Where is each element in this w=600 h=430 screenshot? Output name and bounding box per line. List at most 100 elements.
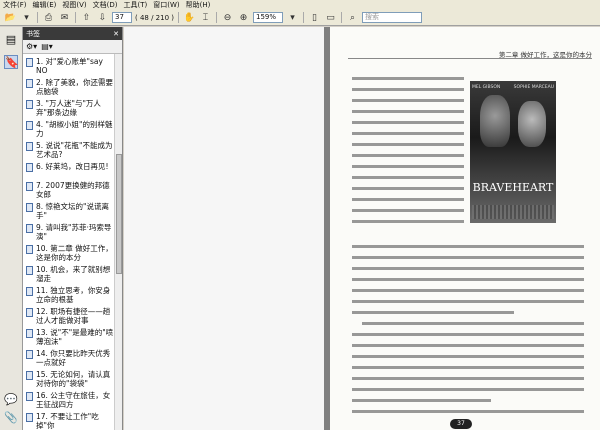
bookmark-label: 10. 机会，来了就别想溜走: [36, 265, 111, 283]
bookmark-label: 5. 说说"花瓶"不能成为艺术品?: [36, 141, 113, 159]
bookmark-scrollbar[interactable]: [114, 54, 122, 430]
bookmark-item[interactable]: 4. "胡椒小姐"的别样魅力: [26, 120, 115, 138]
zoom-in-icon[interactable]: ⊕: [237, 12, 250, 24]
hand-tool-icon[interactable]: ✋: [183, 12, 196, 24]
menu-window[interactable]: 窗口(W): [153, 0, 179, 10]
print-icon[interactable]: ⎙: [42, 12, 55, 24]
bookmark-page-icon: [26, 100, 33, 109]
create-pdf-icon[interactable]: ▾: [20, 12, 33, 24]
bookmark-page-icon: [26, 287, 33, 296]
panel-header: 书签 ✕: [23, 27, 122, 40]
bookmark-item[interactable]: 5. 说说"花瓶"不能成为艺术品?: [26, 141, 115, 159]
bookmark-page-icon: [26, 329, 33, 338]
bookmark-item[interactable]: 1. 对"爱心账单"say NO: [26, 57, 115, 75]
bookmark-item[interactable]: 6. 好莱坞，改日再见!: [26, 162, 115, 178]
bookmark-label: 1. 对"爱心账单"say NO: [36, 57, 103, 75]
bookmark-item[interactable]: 11. 独立思考，你安身立命的根基: [26, 286, 115, 304]
previous-page: [124, 27, 324, 430]
bookmark-page-icon: [26, 163, 33, 172]
bookmark-list: 1. 对"爱心账单"say NO 2. 除了美貌，你还需要点脑袋 3. "万人迷"与…: [23, 54, 115, 430]
bookmark-item[interactable]: 9. 请叫我"苏菲·玛索导演": [26, 223, 115, 241]
bookmark-item[interactable]: 17. 不要让工作"吃掉"你: [26, 412, 115, 430]
movie-poster-image: MEL GIBSON SOPHIE MARCEAU BRAVEHEART: [470, 81, 556, 223]
bookmark-label: 6. 好莱坞，改日再见!: [36, 162, 109, 171]
bookmark-page-icon: [26, 413, 33, 422]
bookmark-page-icon: [26, 245, 33, 254]
text-block-top: [352, 77, 464, 231]
poster-figure-left: [480, 95, 510, 147]
menu-document[interactable]: 文档(D): [93, 0, 118, 10]
scroll-thumb[interactable]: [116, 154, 122, 274]
document-area[interactable]: 第二章 做好工作，这是你的本分 MEL GIBSON SOPHIE MARCEA…: [124, 27, 600, 430]
fit-width-icon[interactable]: ▭: [324, 12, 337, 24]
toolbar-divider: [216, 12, 217, 23]
search-input[interactable]: 搜索: [362, 12, 422, 23]
text-block-bottom: [352, 245, 584, 421]
document-page: 第二章 做好工作，这是你的本分 MEL GIBSON SOPHIE MARCEA…: [330, 27, 600, 430]
menu-bar: 文件(F) 编辑(E) 视图(V) 文档(D) 工具(T) 窗口(W) 帮助(H…: [0, 0, 600, 10]
bookmark-item[interactable]: 16. 公主守在旅佳，女王征战四方: [26, 391, 115, 409]
menu-edit[interactable]: 编辑(E): [33, 0, 57, 10]
bookmark-item[interactable]: 8. 惊艳文坛的"说谎离手": [26, 202, 115, 220]
bookmark-page-icon: [26, 142, 33, 151]
menu-help[interactable]: 帮助(H): [186, 0, 211, 10]
bookmark-item[interactable]: 3. "万人迷"与"万人弃"那条边缘: [26, 99, 115, 117]
options-icon[interactable]: ⚙▾: [26, 42, 37, 51]
next-page-icon[interactable]: ⇩: [96, 12, 109, 24]
toolbar-divider: [75, 12, 76, 23]
attachments-icon[interactable]: 📎: [4, 411, 18, 425]
bookmark-page-icon: [26, 182, 33, 191]
bookmark-item[interactable]: 12. 职场有捷径——趟过人才能做对事: [26, 307, 115, 325]
pages-icon[interactable]: ▤: [4, 33, 18, 47]
bookmark-label: 7. 2007更换健的邦德女郎: [36, 181, 110, 199]
bookmark-item[interactable]: 13. 说"不"是最难的"喷薄泡沫": [26, 328, 115, 346]
toolbar-divider: [37, 12, 38, 23]
poster-credits: [472, 205, 554, 219]
email-icon[interactable]: ✉: [58, 12, 71, 24]
bookmark-item[interactable]: 10. 第二章 做好工作，这是你的本分: [26, 244, 115, 262]
menu-tools[interactable]: 工具(T): [124, 0, 148, 10]
bookmark-page-icon: [26, 58, 33, 67]
fit-page-icon[interactable]: ▯: [308, 12, 321, 24]
poster-actor-right: SOPHIE MARCEAU: [513, 85, 554, 90]
bookmark-label: 8. 惊艳文坛的"说谎离手": [36, 202, 109, 220]
bookmark-label: 10. 第二章 做好工作，这是你的本分: [36, 244, 113, 262]
bookmark-page-icon: [26, 121, 33, 130]
zoom-level-field[interactable]: 159%: [253, 12, 283, 23]
poster-title: BRAVEHEART: [472, 181, 554, 194]
bookmark-label: 15. 无论如何，请认真对待你的"袋袋": [36, 370, 111, 388]
bookmark-label: 9. 请叫我"苏菲·玛索导演": [36, 223, 112, 241]
new-bookmark-icon[interactable]: ▤▾: [41, 42, 53, 51]
menu-file[interactable]: 文件(F): [3, 0, 27, 10]
poster-figure-right: [518, 101, 546, 147]
bookmark-item[interactable]: 14. 你只要比昨天优秀一点就好: [26, 349, 115, 367]
bookmark-page-icon: [26, 266, 33, 275]
bookmark-label: 12. 职场有捷径——趟过人才能做对事: [36, 307, 111, 325]
open-icon[interactable]: 📂: [4, 12, 17, 24]
comments-icon[interactable]: 💬: [4, 393, 18, 407]
toolbar-divider: [178, 12, 179, 23]
page-number-badge: 37: [450, 419, 472, 429]
toolbar: 📂 ▾ ⎙ ✉ ⇧ ⇩ 37 ( 48 / 210 ) ✋ ⌶ ⊖ ⊕ 159%…: [0, 10, 600, 26]
poster-actor-left: MEL GIBSON: [472, 85, 501, 90]
page-header: 第二章 做好工作，这是你的本分: [348, 49, 592, 59]
menu-view[interactable]: 视图(V): [62, 0, 86, 10]
bookmark-item[interactable]: 7. 2007更换健的邦德女郎: [26, 181, 115, 199]
zoom-dropdown-icon[interactable]: ▾: [286, 12, 299, 24]
bookmark-item[interactable]: 2. 除了美貌，你还需要点脑袋: [26, 78, 115, 96]
prev-page-icon[interactable]: ⇧: [80, 12, 93, 24]
poster-actors: MEL GIBSON SOPHIE MARCEAU: [472, 85, 554, 90]
select-tool-icon[interactable]: ⌶: [199, 12, 212, 24]
page-number-input[interactable]: 37: [112, 12, 132, 23]
navigation-strip: ▤ 🔖 💬 📎: [0, 27, 23, 430]
zoom-out-icon[interactable]: ⊖: [221, 12, 234, 24]
bookmark-item[interactable]: 10. 机会，来了就别想溜走: [26, 265, 115, 283]
bookmark-item[interactable]: 15. 无论如何，请认真对待你的"袋袋": [26, 370, 115, 388]
bookmark-label: 13. 说"不"是最难的"喷薄泡沫": [36, 328, 114, 346]
bookmark-page-icon: [26, 203, 33, 212]
bookmark-label: 11. 独立思考，你安身立命的根基: [36, 286, 111, 304]
panel-close-icon[interactable]: ✕: [113, 30, 119, 38]
bookmarks-icon[interactable]: 🔖: [4, 55, 19, 69]
bookmark-page-icon: [26, 79, 33, 88]
bookmark-page-icon: [26, 308, 33, 317]
